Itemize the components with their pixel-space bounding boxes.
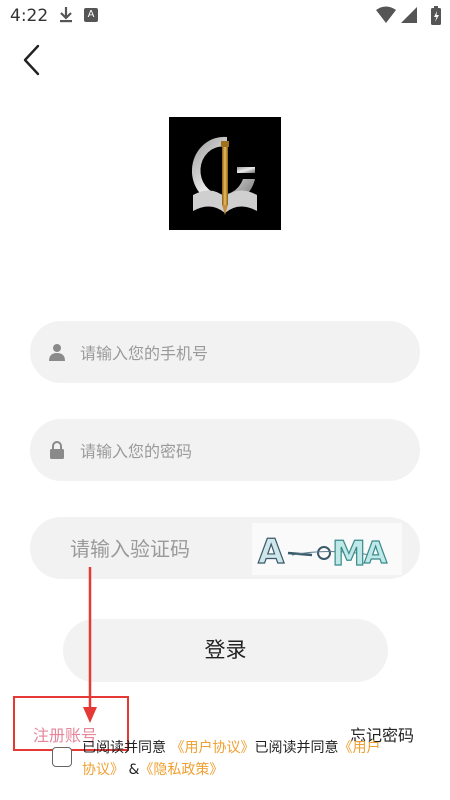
user-agreement-link[interactable]: 《用户协议》 (170, 740, 254, 756)
logo-graphic (191, 136, 257, 215)
status-bar: 4:22 A (0, 0, 450, 32)
user-agreement-link-wrap[interactable]: 《用户 (338, 740, 380, 756)
captcha-graphic: A M A (257, 531, 388, 574)
wifi-icon (376, 6, 396, 23)
password-input[interactable] (78, 419, 382, 483)
back-chevron-icon[interactable] (18, 42, 48, 78)
agreement-prefix: 已阅读并同意 (82, 740, 166, 756)
download-icon (60, 7, 72, 23)
agreement-amp: & (128, 762, 140, 778)
phone-input[interactable] (78, 321, 382, 385)
battery-icon (431, 6, 441, 25)
agreement-checkbox[interactable] (52, 747, 72, 767)
login-button[interactable]: 登录 (63, 619, 388, 682)
user-agreement-link-cont[interactable]: 协议》 (82, 762, 124, 778)
signal-icon (401, 7, 417, 23)
user-icon (49, 344, 65, 361)
app-logo (169, 117, 281, 230)
captcha-image[interactable]: A M A (252, 523, 402, 575)
privacy-policy-link[interactable]: 《隐私政策》 (139, 762, 223, 778)
status-time: 4:22 (10, 6, 49, 26)
a-icon: A (84, 8, 98, 22)
svg-text:A: A (258, 532, 285, 572)
password-field (30, 419, 420, 483)
phone-field (30, 321, 420, 385)
svg-text:M: M (332, 534, 366, 574)
agreement-middle: 已阅读并同意 (254, 740, 339, 756)
agreement-text: 已阅读并同意 《用户协议》已阅读并同意《用户 协议》 &《隐私政策》 (82, 737, 412, 781)
lock-icon (50, 441, 64, 459)
svg-text:A: A (364, 536, 388, 571)
